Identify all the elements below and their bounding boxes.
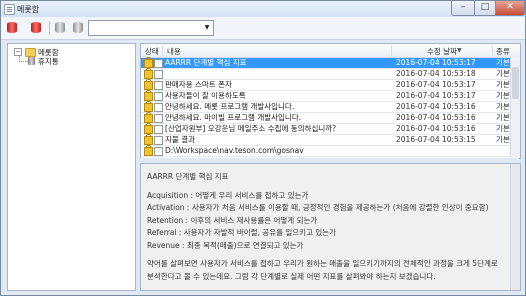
row-title <box>165 69 385 79</box>
mailbox-select[interactable]: ▼ <box>88 20 214 36</box>
row-title: 사용자들이 잘 이용하도록 <box>165 91 246 100</box>
lock-icon <box>144 68 153 79</box>
pane-splitter[interactable] <box>140 158 519 162</box>
list-header: 상태 내용 수정 날짜 ▼ 종류 <box>141 44 520 58</box>
preview-scrollbar[interactable] <box>510 164 520 290</box>
list-row[interactable]: D:\Workspace\nav.teson.com\gosnav <box>141 145 520 157</box>
close-button[interactable]: ✕ <box>495 1 525 16</box>
trash-icon <box>28 57 35 65</box>
preview-body: AARRR 단계별 핵심 지표 Acquisition : 어떻게 우리 서비스… <box>147 171 507 283</box>
row-checkbox[interactable] <box>154 114 163 123</box>
toolbar: ▼ <box>1 17 525 40</box>
row-date: 2016-07-04 10:53:16 <box>396 102 476 111</box>
row-checkbox[interactable] <box>154 125 163 134</box>
list-row[interactable]: AARRR 단계별 핵심 지표 2016-07-04 10:53:17 기본 <box>141 57 520 69</box>
lock-icon <box>144 123 153 134</box>
list-row[interactable]: 판매자용 스마트 폰자 2016-07-04 10:53:17 기본 <box>141 79 520 91</box>
row-title: AARRR 단계별 핵심 지표 <box>165 58 247 67</box>
row-checkbox[interactable] <box>154 70 163 79</box>
preview-pane: AARRR 단계별 핵심 지표 Acquisition : 어떻게 우리 서비스… <box>140 163 521 291</box>
list-row[interactable]: 안녕하세요. 메롯 프로그램 개발사입니다. 2016-07-04 10:53:… <box>141 101 520 113</box>
row-type: 기본 <box>496 102 510 111</box>
tree-connector <box>19 56 28 62</box>
row-type: 기본 <box>496 91 510 100</box>
row-date: 2016-07-04 10:53:17 <box>396 80 476 89</box>
minimize-button[interactable]: – <box>451 1 475 16</box>
list-scrollbar[interactable] <box>510 57 520 158</box>
row-title: 안녕하세요. 마이빌 프로그램 개발사입니다. <box>165 113 302 122</box>
maximize-button[interactable]: □ <box>474 1 496 16</box>
scrollbar-thumb[interactable] <box>512 67 519 99</box>
row-type: 기본 <box>496 80 510 89</box>
row-type: 기본 <box>496 135 510 144</box>
lock-icon <box>144 90 153 101</box>
sort-desc-icon: ▼ <box>457 47 462 54</box>
database-gray-icon[interactable] <box>53 20 67 35</box>
row-date: 2016-07-04 10:53:18 <box>396 69 476 78</box>
lock-icon <box>144 79 153 90</box>
lock-icon <box>144 134 153 145</box>
database-gray-alt-icon[interactable] <box>71 20 85 35</box>
row-type: 기본 <box>496 124 510 133</box>
row-title: 지불 결과 <box>165 135 195 144</box>
preview-title: AARRR 단계별 핵심 지표 <box>147 172 229 181</box>
list-row[interactable]: 안녕하세요. 마이빌 프로그램 개발사입니다. 2016-07-04 10:53… <box>141 112 520 124</box>
row-date: 2016-07-04 10:53:16 <box>396 113 476 122</box>
app-window: 메롯함 – □ ✕ ▼ − 메롯함 휴지통 상태 내용 수정 날짜 ▼ 종류 A… <box>0 0 526 296</box>
database-red-remove-icon[interactable] <box>29 20 43 35</box>
row-date: 2016-07-04 10:53:15 <box>396 135 476 144</box>
preview-line: Activation : 사용자가 처음 서비스를 이용할 때, 긍정적인 경험… <box>147 203 489 212</box>
row-type: 기본 <box>496 69 510 78</box>
column-header-type[interactable]: 종류 <box>496 46 510 57</box>
lock-icon <box>144 101 153 112</box>
chevron-down-icon[interactable]: ▼ <box>201 21 213 35</box>
preview-line: Revenue : 최종 목적(매출)으로 연결되고 있는가 <box>147 240 304 250</box>
database-red-icon[interactable] <box>5 20 19 35</box>
column-header-status[interactable]: 상태 <box>145 46 159 57</box>
row-checkbox[interactable] <box>154 147 163 156</box>
preview-paragraph: 약어를 살펴보면 사용자가 서비스를 접하고 우리가 원하는 매출을 일으키기까… <box>147 259 498 281</box>
row-checkbox[interactable] <box>154 92 163 101</box>
column-header-content[interactable]: 내용 <box>167 46 181 57</box>
window-title: 메롯함 <box>17 5 40 14</box>
list-row[interactable]: [산업자원부] 오강운님 메일주소 수집에 동의하십니까? 2016-07-04… <box>141 123 520 135</box>
lock-icon <box>144 112 153 123</box>
app-icon <box>4 4 15 15</box>
row-type: 기본 <box>496 113 510 122</box>
row-checkbox[interactable] <box>154 81 163 90</box>
lock-icon <box>144 57 153 68</box>
preview-line: Acquisition : 어떻게 우리 서비스를 접하고 있는가 <box>147 190 309 200</box>
tree-item-label: 휴지통 <box>38 57 59 66</box>
title-bar[interactable]: 메롯함 – □ ✕ <box>1 1 525 17</box>
row-date: 2016-07-04 10:53:16 <box>396 124 476 133</box>
column-header-modified[interactable]: 수정 날짜 <box>427 46 457 57</box>
row-title: 안녕하세요. 메롯 프로그램 개발사입니다. <box>165 102 295 111</box>
row-checkbox[interactable] <box>154 59 163 68</box>
collapse-icon[interactable]: − <box>14 48 22 56</box>
row-title: 판매자용 스마트 폰자 <box>165 80 232 89</box>
row-checkbox[interactable] <box>154 103 163 112</box>
row-date: 2016-07-04 10:53:17 <box>396 91 476 100</box>
row-checkbox[interactable] <box>154 136 163 145</box>
row-title: D:\Workspace\nav.teson.com\gosnav <box>165 146 304 155</box>
list-row[interactable]: 2016-07-04 10:53:18 기본 <box>141 68 520 80</box>
list-row[interactable]: 사용자들이 잘 이용하도록 2016-07-04 10:53:17 기본 <box>141 90 520 102</box>
message-list: 상태 내용 수정 날짜 ▼ 종류 AARRR 단계별 핵심 지표 2016-07… <box>140 43 521 159</box>
lock-icon <box>144 145 153 156</box>
row-date: 2016-07-04 10:53:17 <box>396 58 476 67</box>
folder-tree: − 메롯함 휴지통 <box>7 43 136 291</box>
toolbar-separator <box>49 21 50 35</box>
preview-line: Referral : 사용자가 자발적 바이럴, 공유를 일으키고 있는가 <box>147 228 337 237</box>
row-title: [산업자원부] 오강운님 메일주소 수집에 동의하십니까? <box>165 124 337 133</box>
list-row[interactable]: 지불 결과 2016-07-04 10:53:15 기본 <box>141 134 520 146</box>
row-type: 기본 <box>496 58 510 67</box>
preview-line: Retention : 이후의 서비스 재사용률은 어떻게 되는가 <box>147 215 318 225</box>
